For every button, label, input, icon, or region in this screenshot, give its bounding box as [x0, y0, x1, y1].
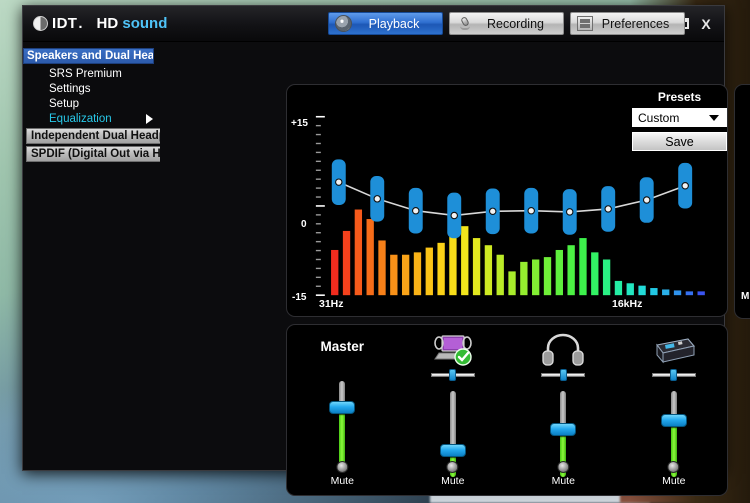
product-title-hd: HD — [96, 15, 119, 32]
y-axis-ticks — [315, 115, 325, 296]
sidebar-subitem-setup[interactable]: Setup — [23, 96, 160, 111]
mixer-channel-master: Master Mute — [287, 325, 398, 495]
volume-mixer-panel: Master Mute Mute Mute Mute — [286, 324, 728, 496]
tab-recording[interactable]: Recording — [449, 12, 564, 35]
mute-button[interactable]: Mute — [331, 461, 354, 487]
mute-icon — [336, 461, 349, 473]
volume-thumb[interactable] — [660, 414, 687, 428]
axis-label-mid: 0 — [301, 219, 307, 230]
sidebar-subitem-equalization[interactable]: Equalization — [23, 111, 160, 126]
headphones-icon[interactable] — [541, 333, 585, 367]
tab-playback[interactable]: Playback — [328, 12, 443, 35]
tab-bar: Playback Recording Preferences — [328, 12, 685, 35]
freq-label-low: 31Hz — [319, 298, 344, 310]
sidebar-item-speakers[interactable]: Speakers and Dual Headp — [23, 48, 154, 64]
tab-playback-label: Playback — [368, 16, 420, 31]
sidebar-sub-list: SRS Premium Settings Setup Equalization — [23, 66, 160, 126]
sidebar-subitem-srs-premium[interactable]: SRS Premium — [23, 66, 160, 81]
window-body: Speakers and Dual Headp SRS Premium Setti… — [23, 12, 750, 496]
sidebar-device-button-0[interactable]: Independent Dual Headp — [26, 128, 160, 144]
brand-name: IDT — [52, 15, 78, 32]
balance-slider[interactable] — [541, 369, 586, 381]
mute-icon — [446, 461, 459, 473]
idt-logo: IDT . — [33, 15, 83, 32]
list-icon — [577, 16, 593, 31]
tab-preferences[interactable]: Preferences — [570, 12, 685, 35]
mixer-channel-headphones: Mute — [508, 325, 619, 495]
chevron-down-icon — [709, 114, 719, 121]
tab-recording-label: Recording — [487, 16, 544, 31]
axis-label-bottom: -15 — [292, 292, 307, 303]
volume-thumb[interactable] — [439, 443, 466, 457]
mute-label: Mute — [441, 475, 465, 487]
freq-label-high: 16kHz — [612, 298, 643, 310]
mute-button[interactable]: Mute — [441, 461, 464, 487]
mute-label: Mute — [662, 475, 686, 487]
mute-label: Mute — [551, 475, 575, 487]
save-button[interactable]: Save — [632, 132, 727, 151]
mute-icon — [557, 461, 570, 473]
mic-label: Mic — [741, 291, 750, 302]
eq-band-sliders[interactable] — [331, 159, 693, 239]
front-panel-label: Front Panel — [735, 261, 750, 273]
speakers-default-icon[interactable] — [431, 333, 475, 367]
balance-slider[interactable] — [651, 369, 696, 381]
product-title-sound: sound — [122, 15, 168, 32]
triangle-right-icon — [146, 113, 153, 124]
tab-preferences-label: Preferences — [601, 16, 670, 31]
mixer-channel-digital-out: Mute — [619, 325, 730, 495]
mute-button[interactable]: Mute — [552, 461, 575, 487]
brand-suffix: . — [78, 15, 83, 32]
sidebar-device-button-1[interactable]: SPDIF (Digital Out via HP — [26, 146, 160, 162]
idt-logo-icon — [33, 16, 48, 31]
balance-slider[interactable] — [430, 369, 475, 381]
volume-slider[interactable] — [329, 381, 356, 467]
sidebar-subitem-label: SRS Premium — [49, 67, 122, 80]
idt-hd-sound-window: IDT . HD sound ? X Speakers and Dual Hea… — [22, 5, 750, 496]
volume-track-filled — [339, 407, 346, 467]
mute-label: Mute — [330, 475, 354, 487]
balance-thumb[interactable] — [559, 369, 567, 381]
presets-dropdown[interactable]: Custom — [632, 108, 727, 127]
mixer-channel-label: Master — [320, 339, 365, 354]
sidebar-subitem-label: Setup — [49, 97, 80, 110]
close-button[interactable]: X — [694, 13, 718, 35]
mute-button[interactable]: Mute — [662, 461, 685, 487]
axis-label-top: +15 — [291, 118, 308, 129]
jacks-title: Jacks — [735, 96, 750, 111]
presets-selected-value: Custom — [638, 110, 680, 125]
sidebar-subitem-settings[interactable]: Settings — [23, 81, 160, 96]
volume-track-empty — [449, 391, 456, 450]
device-sidebar: Speakers and Dual Headp SRS Premium Setti… — [23, 42, 160, 470]
volume-thumb[interactable] — [550, 423, 577, 437]
presets-group: Presets Custom Save — [632, 90, 727, 151]
digital-device-icon[interactable] — [652, 333, 696, 367]
sidebar-device-buttons: Independent Dual Headp SPDIF (Digital Out… — [23, 128, 160, 162]
mixer-channel-speakers: Mute — [398, 325, 509, 495]
microphone-icon — [456, 15, 474, 32]
sidebar-subitem-label: Settings — [49, 82, 91, 95]
balance-thumb[interactable] — [670, 369, 678, 381]
product-title: HD sound — [97, 15, 168, 32]
balance-thumb[interactable] — [449, 369, 457, 381]
sidebar-subitem-label: Equalization — [49, 112, 112, 125]
disc-icon — [335, 15, 352, 32]
mute-icon — [667, 461, 680, 473]
content-area: Playback Recording Preferences +15 0 -15… — [160, 12, 750, 496]
jacks-panel: Jacks Front Panel Mic HP — [734, 84, 750, 319]
eq-response-curve — [338, 181, 686, 217]
volume-thumb[interactable] — [329, 401, 356, 415]
presets-label: Presets — [657, 90, 702, 104]
